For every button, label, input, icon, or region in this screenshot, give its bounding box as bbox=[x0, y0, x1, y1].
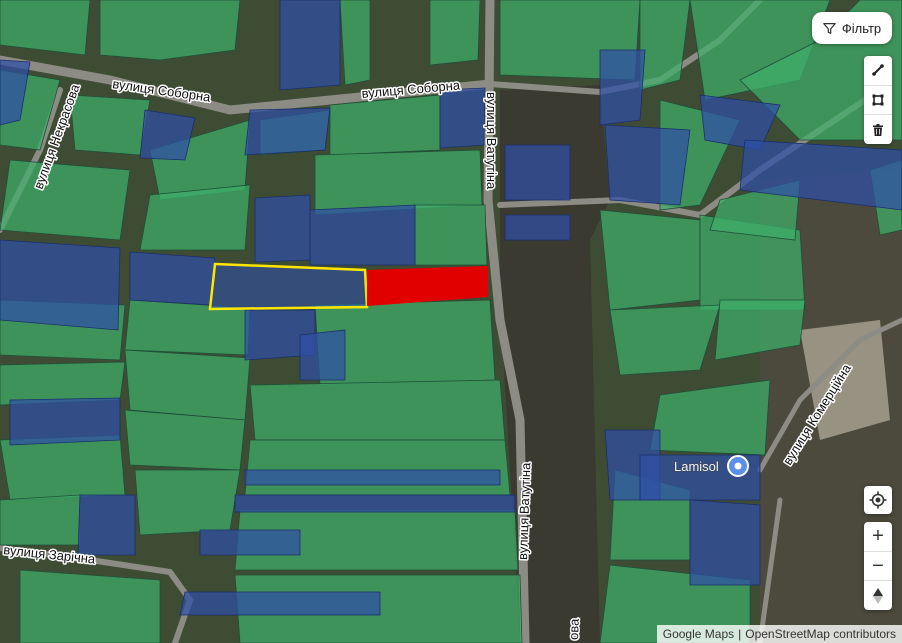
osm-contributors-link[interactable]: OpenStreetMap contributors bbox=[745, 627, 896, 641]
line-draw-icon bbox=[872, 64, 884, 77]
street-label-vatutina-upper: вулиця Ватутіна bbox=[484, 92, 499, 190]
highlighted-parcel[interactable] bbox=[208, 262, 369, 311]
compass-button[interactable] bbox=[864, 581, 892, 610]
filter-button[interactable]: Фільтр bbox=[812, 12, 892, 44]
square-draw-icon bbox=[872, 94, 884, 106]
north-arrow-icon bbox=[873, 587, 883, 604]
street-label-partial: ова bbox=[566, 618, 582, 641]
crosshair-icon bbox=[869, 491, 887, 509]
map-canvas[interactable]: Lamisol вулиця Соборна вулиця Соборна ву… bbox=[0, 0, 902, 643]
lamisol-poi[interactable]: Lamisol bbox=[673, 455, 749, 477]
draw-line-button[interactable] bbox=[864, 56, 892, 86]
attribution-separator: | bbox=[738, 627, 742, 641]
filter-label: Фільтр bbox=[841, 20, 882, 36]
draw-rectangle-button[interactable] bbox=[864, 86, 892, 116]
locate-button[interactable] bbox=[864, 486, 892, 514]
zoom-out-button[interactable]: − bbox=[864, 552, 892, 582]
filter-funnel-icon bbox=[823, 22, 836, 34]
google-maps-link[interactable]: Google Maps bbox=[663, 627, 734, 641]
draw-tools-panel bbox=[864, 56, 892, 144]
poi-label-lamisol: Lamisol bbox=[674, 459, 719, 474]
map-attribution: Google Maps | OpenStreetMap contributors bbox=[656, 625, 902, 643]
trash-icon bbox=[873, 123, 883, 136]
zoom-panel: + − bbox=[864, 522, 892, 610]
zoom-in-button[interactable]: + bbox=[864, 522, 892, 552]
delete-button[interactable] bbox=[864, 115, 892, 144]
